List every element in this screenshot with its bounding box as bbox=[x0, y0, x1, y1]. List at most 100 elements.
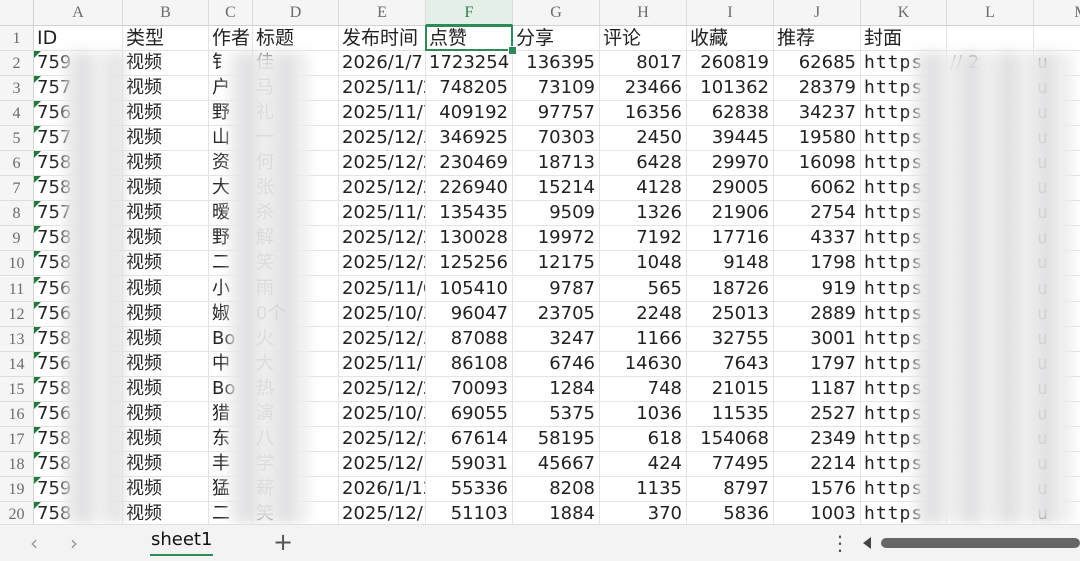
table-cell-e[interactable]: 2025/12/3 bbox=[339, 326, 426, 352]
header-cell-m[interactable] bbox=[1034, 26, 1080, 52]
column-header-c[interactable]: C bbox=[209, 0, 253, 26]
table-cell-b[interactable]: 视频 bbox=[123, 501, 209, 524]
header-cell-f[interactable]: 点赞 bbox=[426, 26, 513, 52]
row-header-4[interactable]: 4 bbox=[0, 101, 34, 127]
table-cell-d[interactable]: 演 bbox=[253, 401, 339, 427]
table-cell-e[interactable]: 2025/12/2 bbox=[339, 251, 426, 277]
table-cell-b[interactable]: 视频 bbox=[123, 201, 209, 227]
table-cell-d[interactable]: 张 bbox=[253, 176, 339, 202]
row-header-7[interactable]: 7 bbox=[0, 176, 34, 202]
table-cell-l[interactable] bbox=[947, 451, 1034, 477]
table-cell-e[interactable]: 2025/11/2 bbox=[339, 201, 426, 227]
row-header-14[interactable]: 14 bbox=[0, 351, 34, 377]
add-sheet-button[interactable]: + bbox=[270, 529, 296, 555]
table-cell-c[interactable]: Bo bbox=[209, 376, 253, 402]
table-cell-i[interactable]: 77495 bbox=[687, 451, 774, 477]
sheet-tab-sheet1[interactable]: sheet1 bbox=[137, 525, 226, 559]
table-cell-l[interactable] bbox=[947, 176, 1034, 202]
table-cell-l[interactable] bbox=[947, 226, 1034, 252]
table-cell-m[interactable]: u bbox=[1034, 176, 1080, 202]
table-cell-a[interactable]: 758 bbox=[34, 176, 123, 202]
table-cell-b[interactable]: 视频 bbox=[123, 326, 209, 352]
table-cell-e[interactable]: 2025/11/2 bbox=[339, 76, 426, 102]
row-header-9[interactable]: 9 bbox=[0, 226, 34, 252]
table-cell-e[interactable]: 2025/12/2 bbox=[339, 226, 426, 252]
table-cell-i[interactable]: 8797 bbox=[687, 476, 774, 502]
table-cell-e[interactable]: 2025/11/7 bbox=[339, 101, 426, 127]
table-cell-k[interactable]: https bbox=[861, 101, 947, 127]
table-cell-k[interactable]: https bbox=[861, 426, 947, 452]
table-cell-l[interactable] bbox=[947, 426, 1034, 452]
column-header-i[interactable]: I bbox=[687, 0, 774, 26]
table-cell-b[interactable]: 视频 bbox=[123, 76, 209, 102]
table-cell-h[interactable]: 2248 bbox=[600, 301, 687, 327]
table-cell-e[interactable]: 2025/11/6 bbox=[339, 276, 426, 302]
table-cell-f[interactable]: 51103 bbox=[426, 501, 513, 524]
table-cell-d[interactable]: 火 bbox=[253, 326, 339, 352]
table-cell-l[interactable] bbox=[947, 126, 1034, 152]
row-header-6[interactable]: 6 bbox=[0, 151, 34, 177]
table-cell-f[interactable]: 226940 bbox=[426, 176, 513, 202]
table-cell-f[interactable]: 87088 bbox=[426, 326, 513, 352]
table-cell-b[interactable]: 视频 bbox=[123, 51, 209, 77]
table-cell-h[interactable]: 2450 bbox=[600, 126, 687, 152]
table-cell-g[interactable]: 8208 bbox=[513, 476, 600, 502]
table-cell-c[interactable]: 山 bbox=[209, 126, 253, 152]
header-cell-g[interactable]: 分享 bbox=[513, 26, 600, 52]
table-cell-f[interactable]: 135435 bbox=[426, 201, 513, 227]
table-cell-d[interactable]: 大 bbox=[253, 351, 339, 377]
table-cell-k[interactable]: https bbox=[861, 376, 947, 402]
scrollbar-thumb[interactable] bbox=[881, 538, 1080, 548]
table-cell-e[interactable]: 2026/1/7 bbox=[339, 51, 426, 77]
table-cell-j[interactable]: 2349 bbox=[774, 426, 861, 452]
table-cell-k[interactable]: https bbox=[861, 126, 947, 152]
table-cell-h[interactable]: 14630 bbox=[600, 351, 687, 377]
table-cell-a[interactable]: 758 bbox=[34, 451, 123, 477]
table-cell-i[interactable]: 17716 bbox=[687, 226, 774, 252]
header-cell-d[interactable]: 标题 bbox=[253, 26, 339, 52]
table-cell-a[interactable]: 758 bbox=[34, 151, 123, 177]
table-cell-l[interactable] bbox=[947, 376, 1034, 402]
table-cell-g[interactable]: 45667 bbox=[513, 451, 600, 477]
table-cell-e[interactable]: 2025/12/1 bbox=[339, 501, 426, 524]
row-header-8[interactable]: 8 bbox=[0, 201, 34, 227]
table-cell-i[interactable]: 7643 bbox=[687, 351, 774, 377]
table-cell-b[interactable]: 视频 bbox=[123, 151, 209, 177]
table-cell-c[interactable]: 小 bbox=[209, 276, 253, 302]
table-cell-k[interactable]: https bbox=[861, 151, 947, 177]
table-cell-c[interactable]: Bo bbox=[209, 326, 253, 352]
table-cell-g[interactable]: 97757 bbox=[513, 101, 600, 127]
table-cell-f[interactable]: 346925 bbox=[426, 126, 513, 152]
table-cell-g[interactable]: 23705 bbox=[513, 301, 600, 327]
table-cell-h[interactable]: 1048 bbox=[600, 251, 687, 277]
table-cell-g[interactable]: 136395 bbox=[513, 51, 600, 77]
table-cell-c[interactable]: 猛 bbox=[209, 476, 253, 502]
table-cell-l[interactable]: // 2 bbox=[947, 51, 1034, 77]
table-cell-e[interactable]: 2025/12/1 bbox=[339, 451, 426, 477]
table-cell-b[interactable]: 视频 bbox=[123, 251, 209, 277]
table-cell-l[interactable] bbox=[947, 76, 1034, 102]
table-cell-f[interactable]: 59031 bbox=[426, 451, 513, 477]
table-cell-a[interactable]: 758 bbox=[34, 326, 123, 352]
table-cell-f[interactable]: 130028 bbox=[426, 226, 513, 252]
table-cell-b[interactable]: 视频 bbox=[123, 476, 209, 502]
table-cell-i[interactable]: 21906 bbox=[687, 201, 774, 227]
header-cell-i[interactable]: 收藏 bbox=[687, 26, 774, 52]
table-cell-f[interactable]: 55336 bbox=[426, 476, 513, 502]
table-cell-d[interactable]: 一 bbox=[253, 126, 339, 152]
table-cell-h[interactable]: 7192 bbox=[600, 226, 687, 252]
table-cell-f[interactable]: 96047 bbox=[426, 301, 513, 327]
row-header-18[interactable]: 18 bbox=[0, 451, 34, 477]
table-cell-l[interactable] bbox=[947, 476, 1034, 502]
table-cell-a[interactable]: 757 bbox=[34, 76, 123, 102]
table-cell-d[interactable]: 何 bbox=[253, 151, 339, 177]
table-cell-m[interactable]: u bbox=[1034, 377, 1080, 402]
table-cell-a[interactable]: 757 bbox=[34, 126, 123, 152]
table-cell-e[interactable]: 2025/12/2 bbox=[339, 151, 426, 177]
table-cell-d[interactable]: 八 bbox=[253, 426, 339, 452]
table-cell-m[interactable]: u bbox=[1034, 277, 1080, 302]
table-cell-b[interactable]: 视频 bbox=[123, 401, 209, 427]
table-cell-k[interactable]: https bbox=[861, 451, 947, 477]
table-cell-h[interactable]: 1135 bbox=[600, 476, 687, 502]
table-cell-i[interactable]: 32755 bbox=[687, 326, 774, 352]
